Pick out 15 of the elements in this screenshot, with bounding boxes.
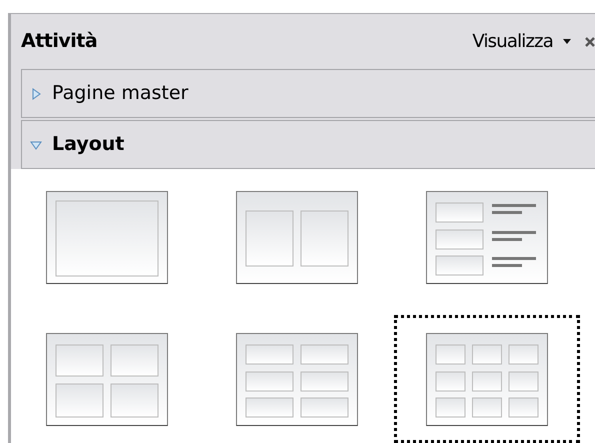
triangle-right-icon (30, 88, 42, 100)
layout-thumbnail-icon (425, 190, 549, 284)
layout-option[interactable] (394, 315, 580, 443)
dropdown-arrow-icon (563, 39, 571, 44)
layout-thumbnail-icon (45, 332, 169, 426)
section-header[interactable]: Layout (21, 120, 595, 169)
section-header[interactable]: Pagine master (21, 69, 595, 118)
panel-title: Attività (21, 29, 98, 54)
layout-thumbnail-icon (45, 190, 169, 284)
view-menu-button[interactable]: Visualizza (472, 28, 571, 55)
close-icon[interactable] (585, 36, 595, 46)
layout-thumbnail-icon (235, 332, 359, 426)
layout-thumbnail-icon (235, 190, 359, 284)
triangle-down-icon (30, 138, 42, 150)
layout-thumbnail-icon (425, 332, 549, 426)
